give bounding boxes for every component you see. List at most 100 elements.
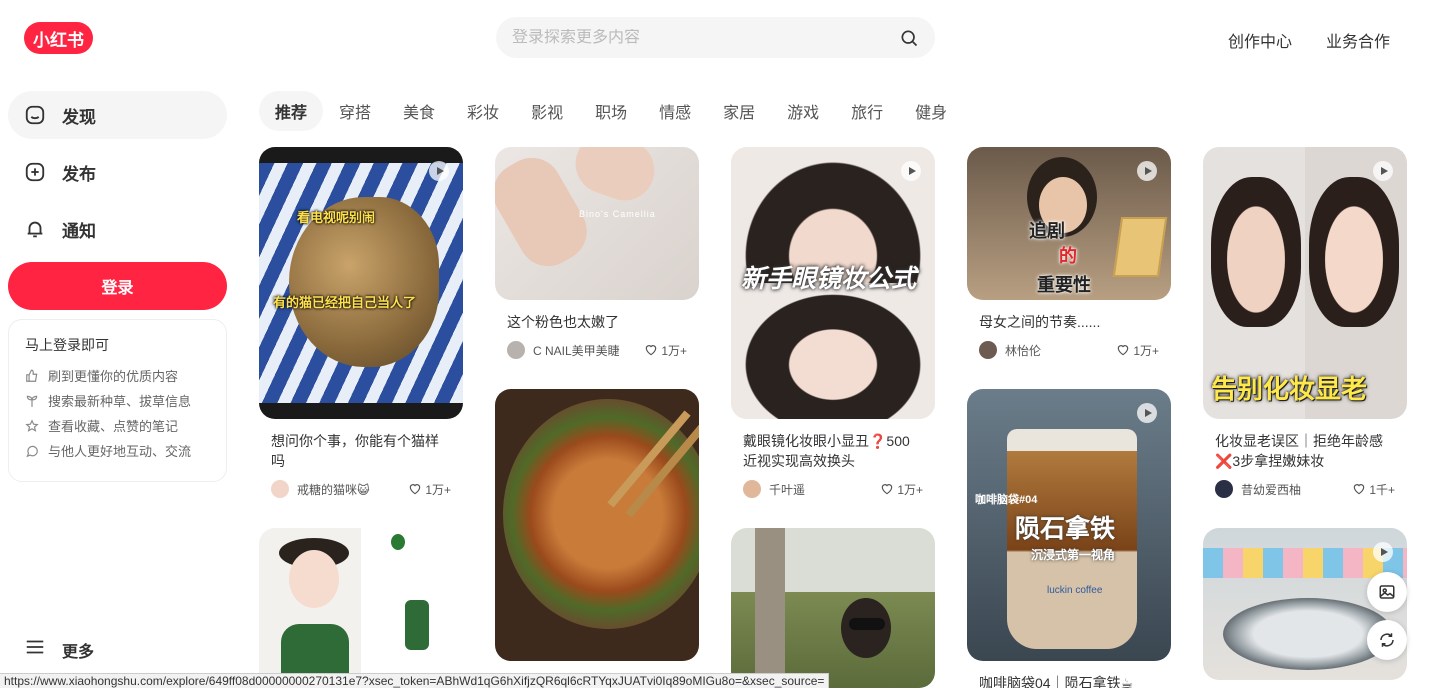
heart-icon bbox=[882, 484, 893, 495]
note-title[interactable]: 想问你个事，你能有个猫样吗 bbox=[271, 431, 451, 471]
sidebar-item-discover[interactable]: 发现 bbox=[8, 91, 227, 139]
chat-icon bbox=[26, 445, 38, 457]
refresh-icon bbox=[1380, 633, 1394, 647]
tab-career[interactable]: 职场 bbox=[579, 91, 643, 131]
tab-games[interactable]: 游戏 bbox=[771, 91, 835, 131]
tab-movies[interactable]: 影视 bbox=[515, 91, 579, 131]
cover-caption: luckin coffee bbox=[1047, 585, 1103, 596]
promo-row: 搜索最新种草、拔草信息 bbox=[25, 388, 210, 413]
avatar[interactable] bbox=[271, 480, 289, 498]
xiaohongshu-logo[interactable]: 小红书 bbox=[24, 22, 93, 54]
status-url: https://www.xiaohongshu.com/explore/649f… bbox=[0, 673, 830, 688]
thumb-icon bbox=[26, 369, 38, 382]
image-search-button[interactable] bbox=[1367, 572, 1407, 612]
tab-emotion[interactable]: 情感 bbox=[643, 91, 707, 131]
promo-row: 与他人更好地互动、交流 bbox=[25, 438, 210, 463]
like-count-text: 1千+ bbox=[1369, 482, 1395, 497]
like-count[interactable]: 1万+ bbox=[644, 342, 687, 359]
more-menu[interactable]: 更多 bbox=[24, 636, 94, 663]
business-link[interactable]: 业务合作 bbox=[1326, 28, 1390, 52]
sidebar-item-label: 发现 bbox=[62, 107, 96, 127]
like-count[interactable]: 1千+ bbox=[1352, 481, 1395, 498]
cover-caption: 咖啡脑袋#04 bbox=[975, 494, 1038, 506]
plus-square-icon bbox=[24, 161, 46, 183]
promo-row-text: 与他人更好地互动、交流 bbox=[48, 444, 192, 459]
like-count[interactable]: 1万+ bbox=[408, 481, 451, 498]
like-count[interactable]: 1万+ bbox=[1116, 342, 1159, 359]
menu-icon bbox=[24, 636, 46, 663]
author-name[interactable]: C NAIL美甲美睫 bbox=[533, 342, 644, 359]
note-cover[interactable] bbox=[495, 389, 699, 661]
sidebar-item-notifications[interactable]: 通知 bbox=[8, 205, 227, 253]
tab-home[interactable]: 家居 bbox=[707, 91, 771, 131]
promo-row: 查看收藏、点赞的笔记 bbox=[25, 413, 210, 438]
cover-caption: 重要性 bbox=[1037, 275, 1091, 295]
promo-row-text: 查看收藏、点赞的笔记 bbox=[48, 419, 179, 434]
tab-travel[interactable]: 旅行 bbox=[835, 91, 899, 131]
avatar[interactable] bbox=[1215, 480, 1233, 498]
sidebar-item-publish[interactable]: 发布 bbox=[8, 148, 227, 196]
bell-icon bbox=[24, 218, 46, 240]
note-title[interactable]: 戴眼镜化妆眼小显丑❓500近视实现高效换头 bbox=[743, 431, 923, 471]
note-cover[interactable]: 新手眼镜妆公式 bbox=[731, 147, 935, 419]
note-cover[interactable]: 咖啡脑袋#04 陨石拿铁 沉浸式第一视角 luckin coffee bbox=[967, 389, 1171, 661]
like-count-text: 1万+ bbox=[1133, 343, 1159, 358]
more-label: 更多 bbox=[62, 643, 95, 661]
sidebar-item-label: 通知 bbox=[62, 221, 96, 241]
promo-row-text: 搜索最新种草、拔草信息 bbox=[48, 394, 192, 409]
search-plant-icon bbox=[26, 395, 38, 407]
note-title[interactable]: 母女之间的节奏...... bbox=[979, 312, 1159, 332]
author-name[interactable]: 林怡伦 bbox=[1005, 342, 1116, 359]
search-icon[interactable] bbox=[899, 28, 919, 48]
video-play-icon bbox=[429, 161, 449, 181]
note-cover[interactable] bbox=[259, 528, 463, 688]
cover-caption: Bino's Camellia bbox=[579, 209, 656, 219]
cover-caption: 告别化妆显老 bbox=[1211, 374, 1368, 404]
tab-recommend[interactable]: 推荐 bbox=[259, 91, 324, 131]
promo-row-text: 刷到更懂你的优质内容 bbox=[48, 369, 179, 384]
video-play-icon bbox=[1137, 403, 1157, 423]
author-name[interactable]: 戒糖的猫咪😺 bbox=[297, 481, 408, 498]
cover-caption: 看电视呢别闹 bbox=[297, 210, 376, 225]
note-title[interactable]: 咖啡脑袋04｜陨石拿铁☕ bbox=[979, 673, 1159, 688]
note-cover[interactable]: Bino's Camellia bbox=[495, 147, 699, 300]
note-cover[interactable] bbox=[731, 528, 935, 688]
promo-title: 马上登录即可 bbox=[25, 337, 109, 353]
cover-caption: 追剧 bbox=[1029, 221, 1065, 241]
author-name[interactable]: 千叶遥 bbox=[769, 481, 880, 498]
refresh-button[interactable] bbox=[1367, 620, 1407, 660]
avatar[interactable] bbox=[979, 341, 997, 359]
like-count[interactable]: 1万+ bbox=[880, 481, 923, 498]
login-button[interactable]: 登录 bbox=[8, 262, 227, 310]
note-cover[interactable]: 追剧 的 重要性 bbox=[967, 147, 1171, 300]
category-tabs: 推荐 穿搭 美食 彩妆 影视 职场 情感 家居 游戏 旅行 健身 bbox=[259, 91, 963, 131]
video-play-icon bbox=[1373, 542, 1393, 562]
tab-food[interactable]: 美食 bbox=[387, 91, 451, 131]
author-name[interactable]: 昔幼爱西柚 bbox=[1241, 481, 1352, 498]
avatar[interactable] bbox=[743, 480, 761, 498]
note-title[interactable]: 化妆显老误区｜拒绝年龄感❌3步拿捏嫩妹妆 bbox=[1215, 431, 1395, 471]
note-meta: 昔幼爱西柚 1千+ bbox=[1215, 479, 1395, 499]
login-promo-card: 马上登录即可 刷到更懂你的优质内容 搜索最新种草、拔草信息 查看收藏、点赞的笔记… bbox=[8, 319, 227, 482]
note-meta: 林怡伦 1万+ bbox=[979, 340, 1159, 360]
video-play-icon bbox=[1137, 161, 1157, 181]
note-meta: C NAIL美甲美睫 1万+ bbox=[507, 340, 687, 360]
cover-caption: 的 bbox=[1059, 246, 1077, 266]
cover-caption: 新手眼镜妆公式 bbox=[741, 265, 917, 293]
like-count-text: 1万+ bbox=[425, 482, 451, 497]
tab-fitness[interactable]: 健身 bbox=[899, 91, 963, 131]
note-meta: 千叶遥 1万+ bbox=[743, 479, 923, 499]
video-play-icon bbox=[1373, 161, 1393, 181]
search-bar[interactable] bbox=[496, 17, 935, 58]
search-input[interactable] bbox=[512, 28, 899, 47]
heart-icon bbox=[646, 345, 657, 356]
note-cover[interactable]: 看电视呢别闹 有的猫已经把自己当人了 bbox=[259, 147, 463, 419]
creator-center-link[interactable]: 创作中心 bbox=[1228, 28, 1292, 52]
tab-outfit[interactable]: 穿搭 bbox=[323, 91, 387, 131]
avatar[interactable] bbox=[507, 341, 525, 359]
note-title[interactable]: 这个粉色也太嫩了 bbox=[507, 312, 687, 332]
heart-icon bbox=[1118, 345, 1129, 356]
note-cover[interactable]: 告别化妆显老 bbox=[1203, 147, 1407, 419]
star-icon bbox=[25, 418, 39, 432]
tab-makeup[interactable]: 彩妆 bbox=[451, 91, 515, 131]
